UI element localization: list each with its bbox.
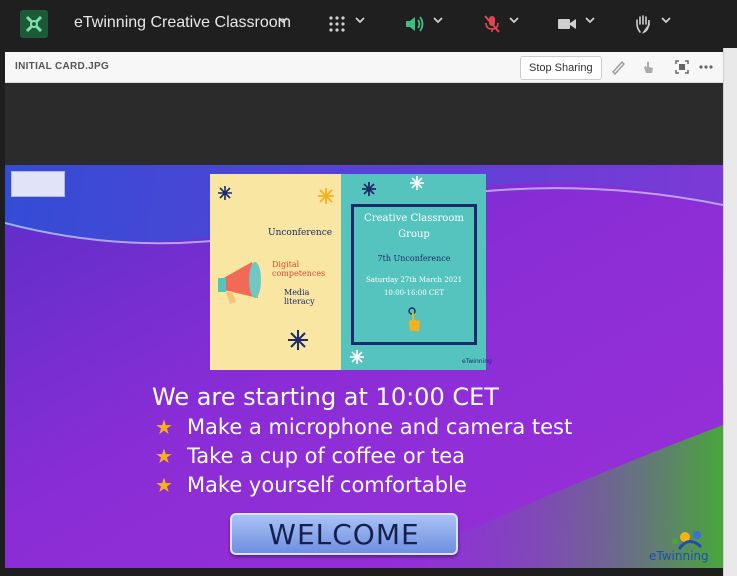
shared-slide: Unconference Digital competences Media l… bbox=[5, 165, 723, 568]
camera-icon[interactable] bbox=[555, 12, 579, 36]
poster-info-frame: Creative Classroom Group 7th Unconferenc… bbox=[351, 204, 477, 345]
star-decor-icon bbox=[288, 330, 308, 350]
footer-brand-text: eTwinning bbox=[649, 549, 709, 563]
bullet-item: ★ Make a microphone and camera test bbox=[155, 415, 572, 439]
corner-logo-image bbox=[11, 171, 65, 197]
star-decor-icon bbox=[410, 176, 424, 190]
bullet-text: Make a microphone and camera test bbox=[186, 415, 573, 439]
grid-icon[interactable] bbox=[325, 12, 349, 36]
bullet-item: ★ Make yourself comfortable bbox=[155, 473, 467, 497]
poster-group-title-line1: Creative Classroom bbox=[364, 213, 464, 224]
star-decor-icon bbox=[318, 188, 334, 204]
poster-group-title-line2: Group bbox=[398, 229, 430, 240]
star-bullet-icon: ★ bbox=[155, 444, 173, 468]
megaphone-icon bbox=[218, 262, 261, 304]
pointer-hand-icon[interactable] bbox=[639, 58, 657, 76]
poster-word-1: Unconference bbox=[268, 228, 333, 238]
star-bullet-icon: ★ bbox=[155, 415, 173, 439]
top-toolbar: eTwinning Creative Classroom bbox=[0, 0, 737, 48]
bullet-text: Make yourself comfortable bbox=[186, 473, 467, 497]
more-options-icon[interactable] bbox=[697, 58, 715, 76]
poster-date: Saturday 27th March 2021 bbox=[365, 276, 463, 284]
poster-time: 10:00-16:00 CET bbox=[383, 289, 445, 297]
chevron-down-icon[interactable] bbox=[432, 14, 444, 29]
poster-event: 7th Unconference bbox=[377, 254, 451, 263]
star-decor-icon bbox=[362, 182, 376, 196]
side-panel-edge bbox=[723, 48, 737, 576]
star-bullet-icon: ★ bbox=[155, 473, 173, 497]
chevron-down-icon[interactable] bbox=[660, 14, 672, 29]
speaker-icon[interactable] bbox=[403, 12, 427, 36]
mic-muted-icon[interactable] bbox=[480, 12, 504, 36]
raise-hand-icon[interactable] bbox=[632, 12, 656, 36]
fullscreen-icon[interactable] bbox=[673, 58, 691, 76]
star-decor-icon bbox=[218, 186, 232, 200]
start-time-heading: We are starting at 10:00 CET bbox=[152, 383, 499, 411]
welcome-banner: WELCOME bbox=[230, 513, 458, 555]
shared-file-title: INITIAL CARD.JPG bbox=[15, 61, 110, 72]
star-decor-icon bbox=[350, 350, 364, 364]
chevron-down-icon[interactable] bbox=[584, 14, 596, 29]
stop-sharing-button[interactable]: Stop Sharing bbox=[520, 56, 602, 80]
app-logo-icon[interactable] bbox=[20, 10, 48, 38]
bullet-item: ★ Take a cup of coffee or tea bbox=[155, 444, 465, 468]
pointer-hand-icon bbox=[408, 307, 420, 331]
chevron-down-icon[interactable] bbox=[508, 14, 520, 29]
share-pod-header: INITIAL CARD.JPG Stop Sharing bbox=[5, 52, 723, 83]
poster-word-3: Media literacy bbox=[284, 288, 315, 306]
chevron-down-icon[interactable] bbox=[354, 14, 366, 29]
meeting-title[interactable]: eTwinning Creative Classroom bbox=[74, 14, 291, 32]
pen-icon[interactable] bbox=[609, 58, 627, 76]
etwinning-logo: eTwinning bbox=[645, 527, 721, 565]
event-poster: Unconference Digital competences Media l… bbox=[210, 174, 492, 370]
poster-brand: eTwinning bbox=[462, 358, 492, 365]
poster-word-2: Digital competences bbox=[272, 260, 326, 278]
bullet-text: Take a cup of coffee or tea bbox=[186, 444, 466, 468]
chevron-down-icon[interactable] bbox=[277, 14, 289, 29]
poster-left-panel: Unconference Digital competences Media l… bbox=[210, 174, 341, 370]
